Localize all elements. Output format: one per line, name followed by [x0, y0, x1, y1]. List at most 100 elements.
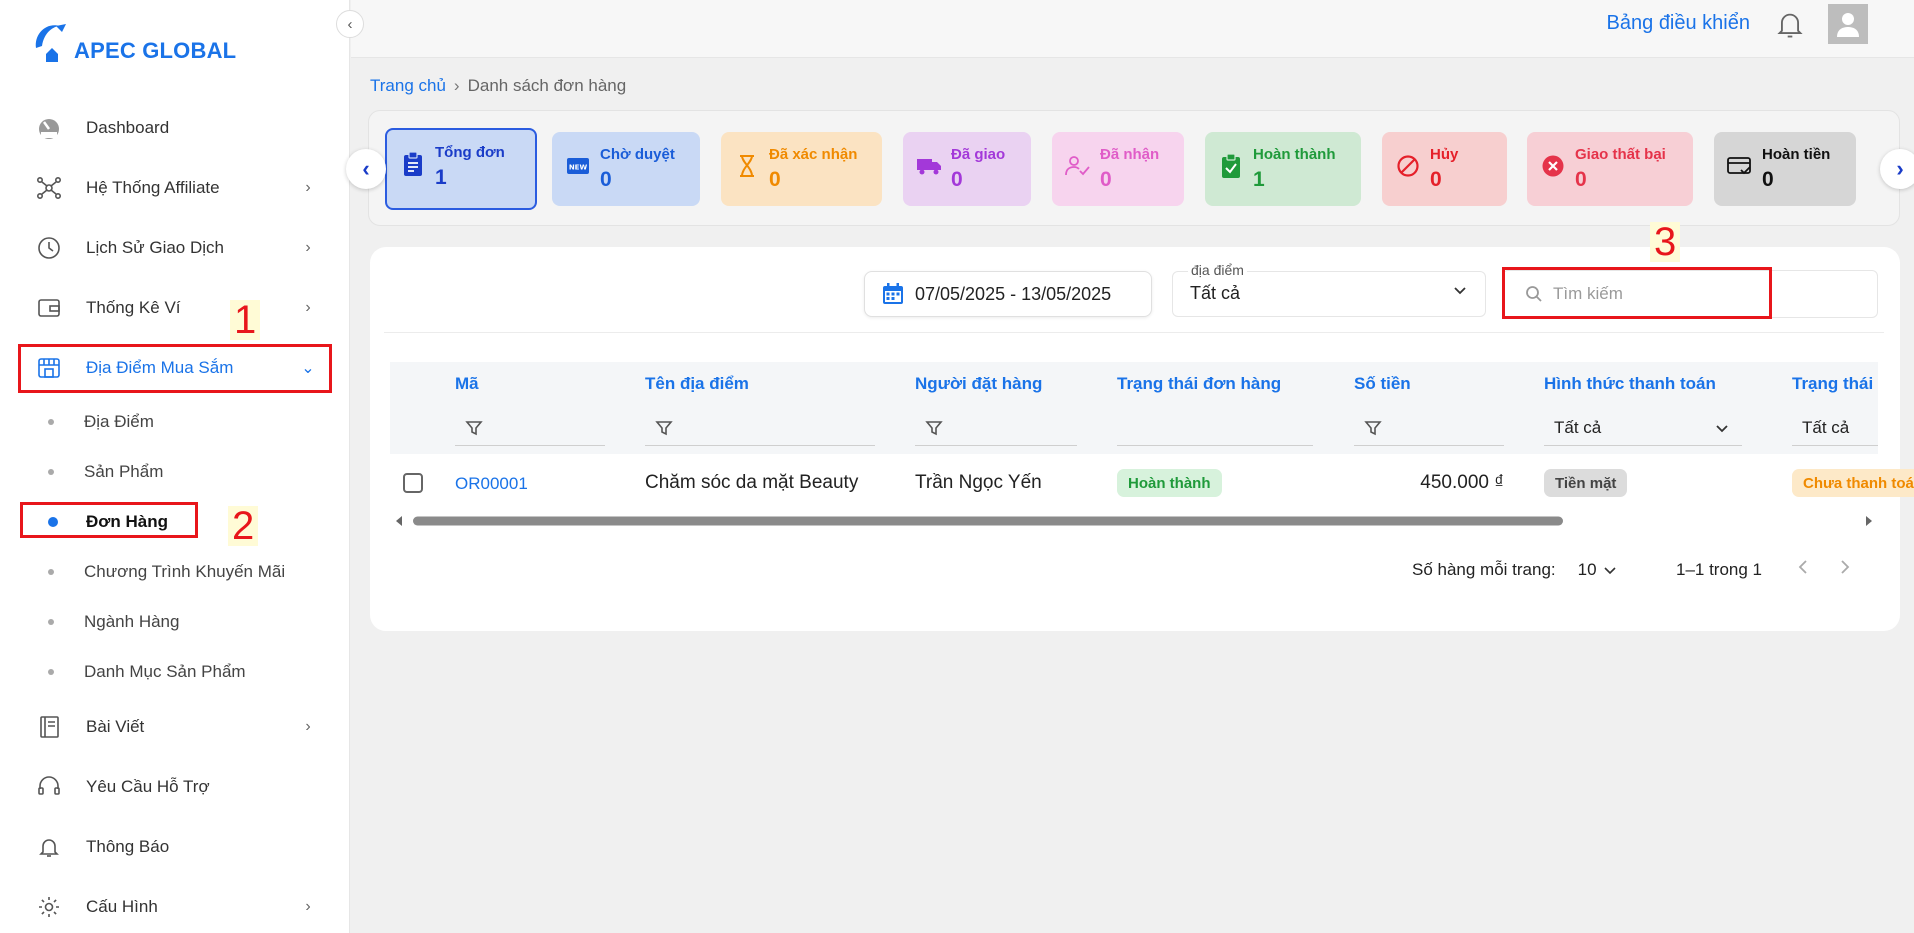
sidebar-subitem-products[interactable]: Sản Phẩm	[48, 454, 163, 490]
status-card-confirmed[interactable]: Đã xác nhận 0	[721, 132, 882, 206]
status-card-shipped[interactable]: Đã giao 0	[903, 132, 1031, 206]
sidebar-subitem-label: Địa Điểm	[84, 412, 154, 431]
status-card-refunded[interactable]: Hoàn tiền 0	[1714, 132, 1856, 206]
search-field[interactable]	[1502, 270, 1878, 318]
sidebar-item-support[interactable]: Yêu Cầu Hỗ Trợ	[18, 763, 330, 811]
row-checkbox[interactable]	[403, 473, 423, 493]
column-header-payment-status[interactable]: Trạng thái	[1792, 374, 1873, 394]
chevron-down-icon	[1603, 563, 1617, 577]
sidebar-item-dashboard[interactable]: Dashboard	[18, 104, 330, 152]
next-page-button[interactable]	[1838, 558, 1852, 576]
sidebar-item-label: Cấu Hình	[86, 897, 158, 916]
support-icon	[36, 774, 62, 800]
truck-icon	[915, 152, 943, 180]
status-card-failed[interactable]: Giao thất bại 0	[1527, 132, 1693, 206]
order-status-filter	[1117, 410, 1313, 446]
sidebar-item-wallet[interactable]: Thống Kê Ví ›	[18, 284, 330, 332]
clock-icon	[36, 235, 62, 261]
chevron-right-icon: ›	[305, 898, 311, 915]
column-header-customer[interactable]: Người đặt hàng	[915, 374, 1042, 394]
sidebar-item-label: Lịch Sử Giao Dịch	[86, 238, 224, 257]
status-card-received[interactable]: Đã nhận 0	[1052, 132, 1184, 206]
cell-place: Chăm sóc da mặt Beauty	[645, 472, 859, 493]
sidebar-item-articles[interactable]: Bài Viết ›	[18, 703, 330, 751]
strip-next-button[interactable]: ›	[1880, 149, 1914, 189]
amount-filter[interactable]	[1354, 410, 1504, 446]
status-card-completed[interactable]: Hoàn thành 1	[1205, 132, 1361, 206]
sidebar-subitem-industries[interactable]: Ngành Hàng	[48, 604, 179, 640]
toolbar-divider	[384, 332, 1884, 333]
rows-per-page-label: Số hàng mỗi trang:	[1412, 560, 1556, 579]
dashboard-link[interactable]: Bảng điều khiển	[1607, 12, 1750, 35]
sidebar-item-notifications[interactable]: Thông Báo	[18, 823, 330, 871]
date-range-picker[interactable]: 07/05/2025 - 13/05/2025	[864, 271, 1152, 317]
cell-customer: Trần Ngọc Yến	[915, 472, 1042, 493]
sidebar-item-label: Yêu Cầu Hỗ Trợ	[86, 777, 210, 796]
sidebar-collapse-button[interactable]: ‹	[336, 10, 364, 38]
top-bar: Bảng điều khiển	[351, 0, 1914, 58]
bullet-dot	[48, 619, 54, 625]
page-range: 1–1 trong 1	[1676, 560, 1763, 579]
sidebar-subitem-promotions[interactable]: Chương Trình Khuyến Mãi	[48, 554, 285, 590]
sidebar-item-label: Hệ Thống Affiliate	[86, 178, 220, 197]
user-avatar-icon[interactable]	[1828, 4, 1868, 44]
status-card-pending[interactable]: NEW Chờ duyệt 0	[552, 132, 700, 206]
place-select-value: Tất cả	[1190, 283, 1241, 303]
rows-per-page-select[interactable]: 10	[1578, 560, 1617, 580]
hourglass-icon	[733, 152, 761, 180]
card-count: 0	[600, 168, 612, 191]
ban-icon	[1394, 152, 1422, 180]
chevron-right-icon: ›	[305, 239, 311, 256]
sidebar-subitem-orders[interactable]: Đơn Hàng	[48, 504, 168, 540]
table-horizontal-scrollbar[interactable]	[390, 512, 1878, 530]
column-header-place[interactable]: Tên địa điểm	[645, 374, 749, 394]
payment-method-filter-value: Tất cả	[1554, 417, 1602, 437]
card-label: Đã nhận	[1100, 146, 1160, 163]
column-header-amount[interactable]: Số tiền	[1354, 374, 1411, 394]
sidebar-subitem-product-categories[interactable]: Danh Mục Sản Phẩm	[48, 654, 246, 690]
payment-method-filter[interactable]: Tất cả	[1544, 410, 1742, 446]
new-badge-icon: NEW	[564, 152, 592, 180]
apec-logo-icon	[35, 24, 66, 62]
status-card-cancelled[interactable]: Hủy 0	[1382, 132, 1507, 206]
sidebar-item-affiliate[interactable]: Hệ Thống Affiliate ›	[18, 164, 330, 212]
rows-per-page: Số hàng mỗi trang: 10	[1412, 560, 1617, 580]
chevron-down-icon	[1714, 420, 1730, 436]
sidebar-item-label: Bài Viết	[86, 717, 145, 736]
card-count: 0	[1100, 168, 1112, 191]
sidebar-subitem-places[interactable]: Địa Điểm	[48, 404, 154, 440]
chevron-left-icon: ‹	[347, 15, 353, 33]
sidebar-item-shopping-places[interactable]: Địa Điểm Mua Sắm ⌄	[18, 344, 330, 392]
sidebar-item-label: Địa Điểm Mua Sắm	[86, 358, 234, 377]
order-code-link[interactable]: OR00001	[455, 474, 528, 494]
customer-filter[interactable]	[915, 410, 1077, 446]
bell-icon[interactable]	[1776, 10, 1804, 45]
wallet-icon	[36, 295, 62, 321]
notebook-icon	[36, 714, 62, 740]
strip-prev-button[interactable]: ‹	[346, 149, 386, 189]
sidebar-subitem-label: Đơn Hàng	[86, 512, 168, 531]
x-circle-icon	[1539, 152, 1567, 180]
sidebar-subitem-label: Ngành Hàng	[84, 612, 180, 631]
search-input[interactable]	[1553, 284, 1753, 304]
place-select-label: địa điểm	[1188, 262, 1247, 278]
code-filter[interactable]	[455, 410, 605, 446]
column-header-payment-method[interactable]: Hình thức thanh toán	[1544, 374, 1716, 394]
brand-logo[interactable]: APEC GLOBAL	[32, 20, 236, 64]
sidebar-item-settings[interactable]: Cấu Hình ›	[18, 883, 330, 931]
status-card-total[interactable]: Tổng đơn 1	[385, 128, 537, 210]
column-header-code[interactable]: Mã	[455, 374, 479, 394]
bullet-dot	[48, 419, 54, 425]
payment-status-filter[interactable]: Tất cả	[1792, 410, 1878, 446]
prev-page-button[interactable]	[1796, 558, 1810, 576]
sidebar-item-transactions[interactable]: Lịch Sử Giao Dịch ›	[18, 224, 330, 272]
card-label: Tổng đơn	[435, 144, 505, 161]
filter-icon	[465, 419, 483, 437]
sidebar-item-label: Thông Báo	[86, 837, 170, 856]
clipboard-check-icon	[1217, 152, 1245, 180]
column-header-order-status[interactable]: Trạng thái đơn hàng	[1117, 374, 1281, 394]
date-range-value: 07/05/2025 - 13/05/2025	[915, 283, 1112, 304]
place-filter[interactable]	[645, 410, 875, 446]
card-label: Hủy	[1430, 146, 1459, 163]
breadcrumb-home-link[interactable]: Trang chủ	[370, 76, 446, 96]
